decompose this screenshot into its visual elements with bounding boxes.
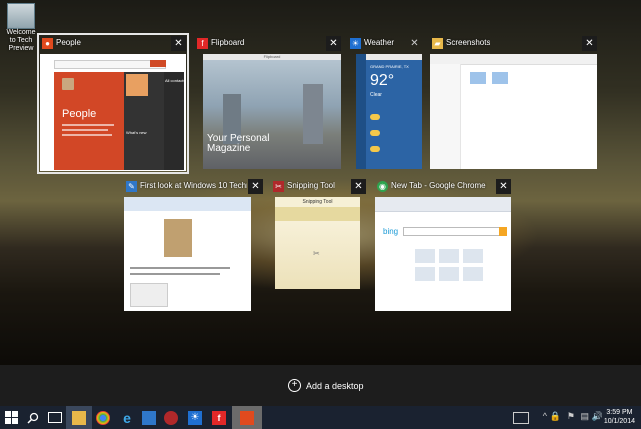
thumbnail-flipboard: Flipboard Your Personal Magazine [203, 54, 341, 169]
close-button[interactable]: ✕ [496, 179, 511, 194]
scissors-icon [164, 410, 178, 425]
search-button[interactable] [22, 406, 44, 429]
task-header: ▰ Screenshots ✕ [430, 36, 597, 52]
taskbar-internet-explorer[interactable]: e [116, 406, 138, 429]
thumbnail-weather: GRAND PRAIRIE, TX 92° Clear [356, 54, 422, 169]
thumbnail-people: People What's new All contacts [40, 54, 186, 171]
desktop-icon-welcome[interactable]: Welcome to Tech Preview [3, 3, 39, 53]
whats-new-label: What's new [126, 130, 147, 135]
taskbar-file-explorer[interactable] [66, 406, 92, 429]
live-writer-icon: ✎ [126, 181, 137, 192]
clock-date: 10/1/2014 [603, 418, 635, 425]
weather-condition: Clear [370, 92, 382, 98]
window-title: People [56, 38, 81, 47]
add-desktop-bar: + Add a desktop [0, 365, 641, 406]
task-window-chrome[interactable]: ◉ New Tab - Google Chrome ✕ bing [375, 179, 511, 311]
windows-logo-icon [4, 411, 18, 424]
chrome-icon: ◉ [377, 181, 388, 192]
thumbnail-chrome: bing [375, 197, 511, 311]
weather-city: GRAND PRAIRIE, TX [370, 64, 409, 69]
window-title: Snipping Tool [287, 181, 335, 190]
flipboard-icon: f [212, 410, 226, 425]
bing-logo: bing [383, 227, 399, 236]
clock-time: 3:59 PM [606, 409, 633, 416]
chrome-icon [96, 410, 110, 425]
internet-explorer-icon: e [123, 409, 131, 426]
task-window-first-look[interactable]: ✎ First look at Windows 10 Technical... … [124, 179, 263, 311]
lock-icon[interactable]: 🔒 [550, 411, 561, 422]
close-button[interactable]: ✕ [351, 179, 366, 194]
task-header: ● People ✕ [40, 36, 186, 52]
start-button[interactable] [0, 406, 22, 429]
taskbar-weather[interactable]: ☀ [184, 406, 206, 429]
volume-icon[interactable]: 🔊 [592, 411, 603, 422]
taskbar-chrome[interactable] [92, 406, 114, 429]
close-button[interactable]: ✕ [248, 179, 263, 194]
task-header: ☀ Weather ✕ [348, 36, 422, 52]
welcome-icon [7, 3, 35, 29]
taskbar-live-writer[interactable] [138, 406, 160, 429]
weather-icon: ☀ [188, 410, 202, 425]
weather-temp: 92° [370, 72, 395, 89]
plus-icon: + [288, 379, 301, 392]
task-view-button[interactable] [44, 406, 66, 429]
search-icon [27, 412, 39, 424]
taskbar: e ☀ f ^ 🔒 ⚑ ▤ 🔊 3:59 PM 10/1/2014 [0, 406, 641, 429]
task-window-people[interactable]: ● People ✕ People What's new All contact… [37, 33, 189, 174]
live-writer-icon [142, 410, 156, 425]
close-button[interactable]: ✕ [171, 36, 186, 51]
people-icon [240, 410, 254, 425]
thumbnail-screenshots [430, 54, 597, 169]
flipboard-window-title: Flipboard [203, 54, 341, 60]
network-icon[interactable]: ▤ [580, 411, 589, 422]
scissors-cursor-icon: ✂ [313, 249, 320, 258]
thumbnail-snipping-tool: Snipping Tool ✂ [275, 197, 360, 289]
chevron-up-icon[interactable]: ^ [543, 411, 547, 421]
window-title: Screenshots [446, 38, 491, 47]
taskbar-snipping-tool[interactable] [160, 406, 182, 429]
people-icon: ● [42, 38, 53, 49]
task-window-snipping-tool[interactable]: ✂ Snipping Tool ✕ Snipping Tool ✂ [271, 179, 366, 289]
flipboard-tagline-2: Magazine [207, 143, 251, 154]
flag-icon[interactable]: ⚑ [567, 411, 575, 422]
clock[interactable]: 3:59 PM 10/1/2014 [604, 408, 635, 426]
window-title: First look at Windows 10 Technical... [140, 181, 247, 190]
people-heading: People [62, 108, 97, 120]
add-desktop-button[interactable]: + Add a desktop [288, 379, 364, 392]
window-title: Weather [364, 38, 395, 47]
task-window-screenshots[interactable]: ▰ Screenshots ✕ [430, 36, 597, 169]
task-header: ◉ New Tab - Google Chrome ✕ [375, 179, 511, 195]
taskbar-flipboard[interactable]: f [208, 406, 230, 429]
window-title: New Tab - Google Chrome [391, 181, 486, 190]
task-header: ✎ First look at Windows 10 Technical... … [124, 179, 263, 195]
weather-icon: ☀ [350, 38, 361, 49]
window-title: Flipboard [211, 38, 245, 47]
add-desktop-label: Add a desktop [306, 380, 364, 391]
task-window-weather[interactable]: ☀ Weather ✕ GRAND PRAIRIE, TX 92° Clear [348, 36, 422, 169]
close-button[interactable]: ✕ [326, 36, 341, 51]
task-view-icon [48, 412, 62, 423]
task-header: ✂ Snipping Tool ✕ [271, 179, 366, 195]
folder-icon [72, 410, 86, 425]
close-button[interactable]: ✕ [582, 36, 597, 51]
taskbar-people[interactable] [232, 406, 262, 429]
keyboard-icon[interactable] [513, 412, 529, 424]
desktop-icon-label: Welcome to Tech Preview [6, 29, 36, 52]
all-contacts-label: All contacts [165, 78, 186, 83]
scissors-icon: ✂ [273, 181, 284, 192]
folder-icon: ▰ [432, 38, 443, 49]
task-window-flipboard[interactable]: f Flipboard ✕ Flipboard Your Personal Ma… [195, 36, 341, 169]
close-button[interactable]: ✕ [407, 36, 422, 51]
task-header: f Flipboard ✕ [195, 36, 341, 52]
flipboard-icon: f [197, 38, 208, 49]
thumbnail-first-look [124, 197, 251, 311]
